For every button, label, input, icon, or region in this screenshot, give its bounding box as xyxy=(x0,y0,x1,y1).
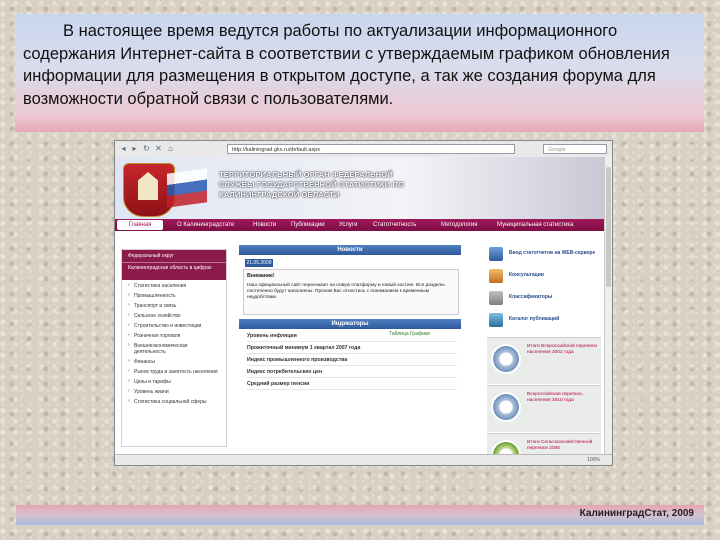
indicator-row[interactable]: Уровень инфляции xyxy=(247,331,457,342)
search-input[interactable]: Google xyxy=(543,144,607,154)
slide-paragraph: В настоящее время ведутся работы по акту… xyxy=(23,22,670,108)
sidebar-item[interactable]: Внешнеэкономическая деятельность xyxy=(122,340,226,356)
census-banner[interactable]: Итоги Всероссийской переписи населения 2… xyxy=(487,337,601,384)
menu-item[interactable]: Публикации xyxy=(291,219,325,231)
sidebar-item-selected[interactable]: Калининградская область в цифрах xyxy=(122,262,226,280)
right-link[interactable]: Ввод статотчетов на WEB-сервере xyxy=(489,247,601,265)
indicator-row[interactable]: Индекс потребительских цен xyxy=(247,367,457,378)
sidebar-item[interactable]: Транспорт и связь xyxy=(122,300,226,310)
site-banner: ТЕРРИТОРИАЛЬНЫЙ ОРГАН ФЕДЕРАЛЬНОЙ СЛУЖБЫ… xyxy=(115,157,605,219)
scrollbar[interactable] xyxy=(604,157,612,455)
menu-item[interactable]: Услуги xyxy=(339,219,357,231)
right-link[interactable]: Классификаторы xyxy=(489,291,601,309)
indicator-row[interactable]: Средний размер пенсии xyxy=(247,379,457,390)
zoom-level[interactable]: 100% xyxy=(587,455,600,465)
news-item: Внимание! Наш официальный сайт переезжае… xyxy=(243,269,459,315)
news-header[interactable]: Новости xyxy=(239,245,461,255)
indicators-header[interactable]: Индикаторы xyxy=(239,319,461,329)
address-bar[interactable]: http://kaliningrad.gks.ru/default.aspx xyxy=(227,144,515,154)
menu-item-home[interactable]: Главная xyxy=(117,220,163,230)
slide-text-box: В настоящее время ведутся работы по акту… xyxy=(15,14,704,132)
sidebar-item[interactable]: Строительство и инвестиции xyxy=(122,320,226,330)
census-banner[interactable]: Всероссийская перепись населения 2010 го… xyxy=(487,385,601,432)
sidebar-item[interactable]: Розничная торговля xyxy=(122,330,226,340)
sidebar-item[interactable]: Рынок труда и занятость населения xyxy=(122,366,226,376)
home-icon[interactable]: ⌂ xyxy=(166,144,175,153)
menu-item[interactable]: Новости xyxy=(253,219,276,231)
consult-icon xyxy=(489,269,503,283)
news-date: 21.05.2009 xyxy=(245,259,273,267)
browser-toolbar: ◂ ▸ ↻ ✕ ⌂ http://kaliningrad.gks.ru/defa… xyxy=(115,141,612,158)
sidebar-item[interactable]: Уровень жизни xyxy=(122,386,226,396)
flag-icon xyxy=(167,168,207,208)
sidebar-item[interactable]: Промышленность xyxy=(122,290,226,300)
menu-item[interactable]: О Калининградстате xyxy=(177,219,234,231)
website-screenshot: ◂ ▸ ↻ ✕ ⌂ http://kaliningrad.gks.ru/defa… xyxy=(114,140,613,466)
menu-item[interactable]: Муниципальная статистика xyxy=(497,219,573,231)
census-seal-icon xyxy=(491,392,521,422)
reload-icon[interactable]: ↻ xyxy=(142,144,151,153)
site-title: ТЕРРИТОРИАЛЬНЫЙ ОРГАН ФЕДЕРАЛЬНОЙ СЛУЖБЫ… xyxy=(219,170,404,199)
site-menu: Главная О Калининградстате Новости Публи… xyxy=(115,219,605,231)
menu-item[interactable]: Методология xyxy=(441,219,478,231)
news-title: Внимание! xyxy=(247,273,275,279)
report-icon xyxy=(489,247,503,261)
right-link[interactable]: Консультации xyxy=(489,269,601,287)
stop-icon[interactable]: ✕ xyxy=(154,144,163,153)
forward-icon[interactable]: ▸ xyxy=(130,144,139,153)
sidebar-item[interactable]: Статистика социальной сферы xyxy=(122,396,226,406)
menu-item[interactable]: Статотчетность xyxy=(373,219,416,231)
sidebar-item[interactable]: Статистика населения xyxy=(122,280,226,290)
back-icon[interactable]: ◂ xyxy=(119,144,128,153)
census-seal-icon xyxy=(491,344,521,374)
center-pane: Новости 21.05.2009 Внимание! Наш официал… xyxy=(239,245,461,445)
classifier-icon xyxy=(489,291,503,305)
sidebar-item[interactable]: Сельское хозяйство xyxy=(122,310,226,320)
footer-band: КалининградСтат, 2009 xyxy=(16,505,704,525)
news-text: Наш официальный сайт переезжает на новую… xyxy=(247,283,445,300)
browser-status-bar: 100% xyxy=(115,454,612,465)
right-link[interactable]: Каталог публикаций xyxy=(489,313,601,331)
sidebar-item[interactable]: Цены и тарифы xyxy=(122,376,226,386)
catalog-icon xyxy=(489,313,503,327)
sidebar: Федеральный округ Калининградская област… xyxy=(121,249,227,447)
footer-text: КалининградСтат, 2009 xyxy=(579,508,694,519)
sidebar-item[interactable]: Финансы xyxy=(122,356,226,366)
indicator-row[interactable]: Прожиточный минимум 1 квартал 2007 года xyxy=(247,343,457,354)
right-pane: Ввод статотчетов на WEB-сервере Консульт… xyxy=(485,243,603,465)
sidebar-header[interactable]: Федеральный округ xyxy=(122,250,226,262)
indicator-row[interactable]: Индекс промышленного производства xyxy=(247,355,457,366)
